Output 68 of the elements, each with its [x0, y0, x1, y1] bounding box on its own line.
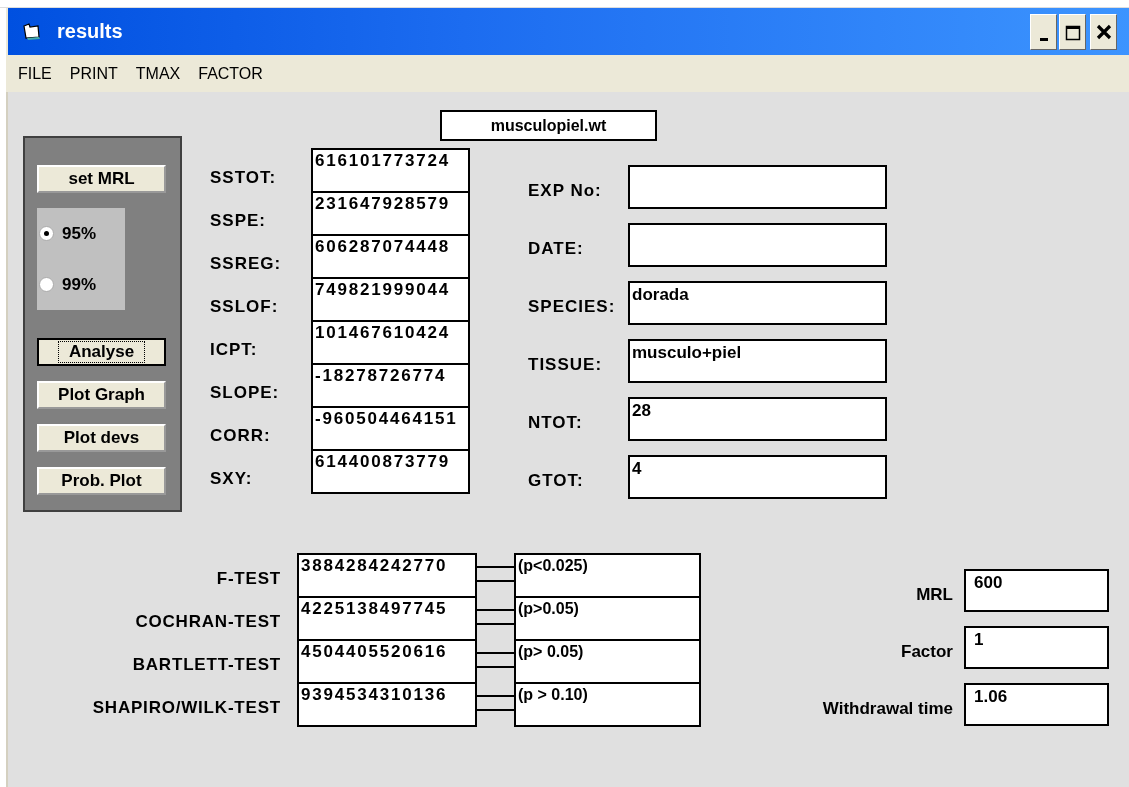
set-mrl-button[interactable]: set MRL: [37, 165, 166, 193]
test-label: BARTLETT-TEST: [131, 654, 282, 676]
output-label: Factor: [900, 641, 954, 663]
output-field[interactable]: 1.06: [964, 683, 1109, 726]
stat-label: ICPT:: [210, 338, 259, 361]
command-button[interactable]: Prob. Plot: [37, 467, 166, 495]
stat-value-field[interactable]: 231647928579: [311, 191, 470, 236]
info-field[interactable]: 4: [628, 455, 887, 499]
stat-value-field[interactable]: 614400873779: [311, 449, 470, 494]
output-field[interactable]: 600: [964, 569, 1109, 612]
info-field[interactable]: musculo+piel: [628, 339, 887, 383]
stat-value-field[interactable]: 101467610424: [311, 320, 470, 365]
info-label: NTOT:: [528, 412, 584, 434]
close-icon: [1095, 23, 1112, 40]
window-title: results: [57, 20, 123, 43]
stat-label: SSREG:: [210, 252, 283, 275]
radio-label[interactable]: 95%: [39, 223, 97, 244]
command-button[interactable]: Analyse: [37, 338, 166, 366]
menu-item[interactable]: FILE: [18, 64, 62, 83]
test-value-field[interactable]: 3884284242770: [297, 553, 477, 598]
info-field[interactable]: [628, 165, 887, 209]
minimize-icon: [1039, 37, 1048, 41]
menu-item[interactable]: FACTOR: [198, 64, 273, 83]
info-label: SPECIES:: [528, 296, 617, 318]
command-button[interactable]: Plot devs: [37, 424, 166, 452]
stat-label: SSLOF:: [210, 295, 280, 318]
stat-label: SSTOT:: [210, 166, 278, 189]
test-result-field[interactable]: (p > 0.10): [514, 682, 701, 727]
minimize-button[interactable]: [1030, 13, 1057, 50]
stat-label: SSPE:: [210, 209, 268, 232]
stat-label: SLOPE:: [210, 381, 281, 404]
radio-label[interactable]: 99%: [39, 274, 97, 295]
menu-item[interactable]: PRINT: [69, 64, 128, 83]
file-name-label: musculopiel.wt: [440, 110, 657, 141]
test-value-field[interactable]: 4504405520616: [297, 639, 477, 684]
stat-value-field[interactable]: -960504464151: [311, 406, 470, 451]
maximize-icon: [1064, 24, 1081, 41]
stat-value-field[interactable]: 749821999044: [311, 277, 470, 322]
info-field[interactable]: dorada: [628, 281, 887, 325]
test-label: COCHRAN-TEST: [134, 611, 282, 633]
command-button[interactable]: Plot Graph: [37, 381, 166, 409]
stat-value-field[interactable]: 616101773724: [311, 148, 470, 193]
test-result-field[interactable]: (p<0.025): [514, 553, 701, 598]
radio-button[interactable]: [39, 277, 54, 292]
stat-value-field[interactable]: -18278726774: [311, 363, 470, 408]
info-label: TISSUE:: [528, 354, 604, 376]
stat-value-field[interactable]: 606287074448: [311, 234, 470, 279]
test-result-field[interactable]: (p>0.05): [514, 596, 701, 641]
test-label: SHAPIRO/WILK-TEST: [91, 697, 282, 719]
output-label: Withdrawal time: [821, 698, 954, 720]
stat-label: SXY:: [210, 467, 254, 490]
info-field[interactable]: 28: [628, 397, 887, 441]
output-label: MRL: [915, 584, 954, 606]
info-label: EXP No:: [528, 180, 603, 202]
stat-label: CORR:: [210, 424, 272, 447]
radio-button[interactable]: [39, 226, 54, 241]
menu-item[interactable]: TMAX: [135, 64, 191, 83]
test-result-field[interactable]: (p> 0.05): [514, 639, 701, 684]
test-value-field[interactable]: 9394534310136: [297, 682, 477, 727]
output-field[interactable]: 1: [964, 626, 1109, 669]
test-label: F-TEST: [215, 568, 282, 590]
info-label: GTOT:: [528, 470, 585, 492]
maximize-button[interactable]: [1059, 13, 1086, 50]
close-button[interactable]: [1090, 13, 1117, 50]
info-label: DATE:: [528, 238, 585, 260]
app-icon: [22, 22, 42, 41]
info-field[interactable]: [628, 223, 887, 267]
test-value-field[interactable]: 4225138497745: [297, 596, 477, 641]
